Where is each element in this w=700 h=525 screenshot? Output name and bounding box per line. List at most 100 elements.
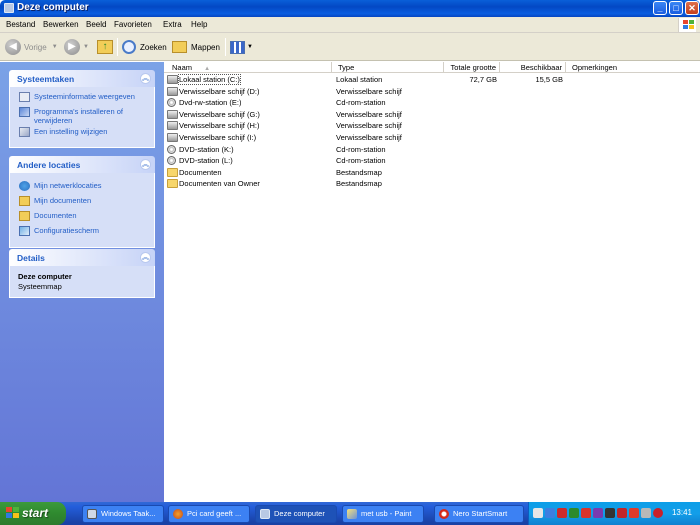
task-system-info[interactable]: Systeeminformatie weergeven [10,92,154,105]
place-documents[interactable]: Documenten [10,211,154,224]
file-row[interactable]: DVD-station (L:) Cd-rom-station [164,155,700,167]
menu-help[interactable]: Help [191,20,207,29]
firefox-icon [173,509,183,519]
clock[interactable]: 13:41 [672,508,692,517]
task-change-setting[interactable]: Een instelling wijzigen [10,127,154,140]
minimize-button[interactable]: _ [653,1,667,15]
tray-icon[interactable] [641,508,651,518]
back-dropdown-icon[interactable]: ▼ [52,44,58,50]
file-row[interactable]: Dvd-rw-station (E:) Cd-rom-station [164,97,700,109]
shared-documents-icon [19,211,30,221]
collapse-chevron-icon[interactable]: ︽ [140,73,151,84]
menu-bewerken[interactable]: Bewerken [43,20,79,29]
task-pane: Systeemtaken ︽ Systeeminformatie weergev… [0,62,164,502]
details-header[interactable]: Details ︽ [9,249,155,266]
file-row[interactable]: Lokaal station (C:) Lokaal station 72,7 … [164,74,700,86]
hard-drive-icon [167,75,178,84]
tray-icon[interactable] [605,508,615,518]
taskbar-item[interactable]: Nero StartSmart [434,505,524,523]
toolbar: ◀ Vorige ▼ ▶ ▼ ↑ Zoeken Mappen ▼ [0,33,700,61]
my-documents-icon [19,196,30,206]
other-places-header[interactable]: Andere locaties ︽ [9,156,155,173]
taskbar-item[interactable]: met usb - Paint [342,505,424,523]
my-computer-icon [260,509,270,519]
collapse-chevron-icon[interactable]: ︽ [140,159,151,170]
forward-dropdown-icon[interactable]: ▼ [83,44,89,50]
file-row[interactable]: Documenten Bestandsmap [164,167,700,179]
tray-icon[interactable] [653,508,663,518]
column-type[interactable]: Type [332,62,444,73]
search-icon [122,40,136,54]
menu-bar: Bestand Bewerken Beeld Favorieten Extra … [0,17,700,33]
column-name[interactable]: Naam ▲ [164,62,332,73]
removable-drive-icon [167,121,178,130]
forward-button[interactable]: ▶ ▼ [64,37,89,57]
tray-icon[interactable] [569,508,579,518]
search-button[interactable]: Zoeken [122,37,167,57]
nero-icon [439,509,449,519]
start-button[interactable]: start [0,502,66,525]
tray-icon[interactable] [533,508,543,518]
views-button[interactable]: ▼ [230,37,253,57]
system-tasks-box: Systeemtaken ︽ Systeeminformatie weergev… [9,70,155,148]
forward-arrow-icon: ▶ [64,39,80,55]
menu-beeld[interactable]: Beeld [86,20,106,29]
system-tasks-header[interactable]: Systeemtaken ︽ [9,70,155,87]
file-row[interactable]: Documenten van Owner Bestandsmap [164,178,700,190]
tray-icon[interactable] [545,508,555,518]
removable-drive-icon [167,133,178,142]
cd-drive-icon [167,145,176,154]
up-folder-button[interactable]: ↑ [97,37,113,57]
task-add-remove-programs[interactable]: Programma's installeren of verwijderen [10,107,154,125]
network-places-icon [19,181,30,191]
add-remove-programs-icon [19,107,30,117]
place-my-documents[interactable]: Mijn documenten [10,196,154,209]
column-free-space[interactable]: Beschikbaar [500,62,566,73]
details-box: Details ︽ Deze computer Systeemmap [9,249,155,298]
cd-drive-icon [167,156,176,165]
windows-logo-icon [678,18,696,32]
file-row[interactable]: Verwisselbare schijf (D:) Verwisselbare … [164,86,700,98]
views-dropdown-icon: ▼ [247,44,253,50]
menu-extra[interactable]: Extra [163,20,182,29]
column-total-size[interactable]: Totale grootte [444,62,500,73]
column-header-row: Naam ▲ Type Totale grootte Beschikbaar O… [164,62,700,73]
taskbar: start Windows Taak... Pci card geeft ...… [0,502,700,525]
collapse-chevron-icon[interactable]: ︽ [140,252,151,263]
file-row[interactable]: Verwisselbare schijf (H:) Verwisselbare … [164,120,700,132]
back-button[interactable]: ◀ Vorige ▼ [5,37,58,57]
system-info-icon [19,92,30,102]
folders-icon [172,41,187,53]
views-icon [230,40,245,54]
control-panel-icon [19,127,30,137]
taskbar-item[interactable]: Windows Taak... [82,505,164,523]
file-row[interactable]: DVD-station (K:) Cd-rom-station [164,144,700,156]
tray-icon[interactable] [557,508,567,518]
other-places-box: Andere locaties ︽ Mijn netwerklocaties M… [9,156,155,248]
removable-drive-icon [167,87,178,96]
taskbar-item-active[interactable]: Deze computer [255,505,337,523]
control-panel-icon [19,226,30,236]
maximize-button[interactable]: □ [669,1,683,15]
tray-icon[interactable] [593,508,603,518]
tray-icon[interactable] [617,508,627,518]
task-manager-icon [87,509,97,519]
up-folder-icon: ↑ [97,40,113,54]
close-button[interactable]: ✕ [685,1,699,15]
column-comments[interactable]: Opmerkingen [566,62,700,73]
folders-button[interactable]: Mappen [172,37,220,57]
cd-drive-icon [167,98,176,107]
file-row[interactable]: Verwisselbare schijf (I:) Verwisselbare … [164,132,700,144]
sort-ascending-icon: ▲ [204,66,211,72]
taskbar-item[interactable]: Pci card geeft ... [168,505,250,523]
place-control-panel[interactable]: Configuratiescherm [10,226,154,239]
menu-favorieten[interactable]: Favorieten [114,20,152,29]
title-bar[interactable]: Deze computer _ □ ✕ [0,0,700,17]
menu-bestand[interactable]: Bestand [6,20,35,29]
tray-icon[interactable] [629,508,639,518]
back-arrow-icon: ◀ [5,39,21,55]
removable-drive-icon [167,110,178,119]
tray-icon[interactable] [581,508,591,518]
place-network[interactable]: Mijn netwerklocaties [10,181,154,194]
file-row[interactable]: Verwisselbare schijf (G:) Verwisselbare … [164,109,700,121]
